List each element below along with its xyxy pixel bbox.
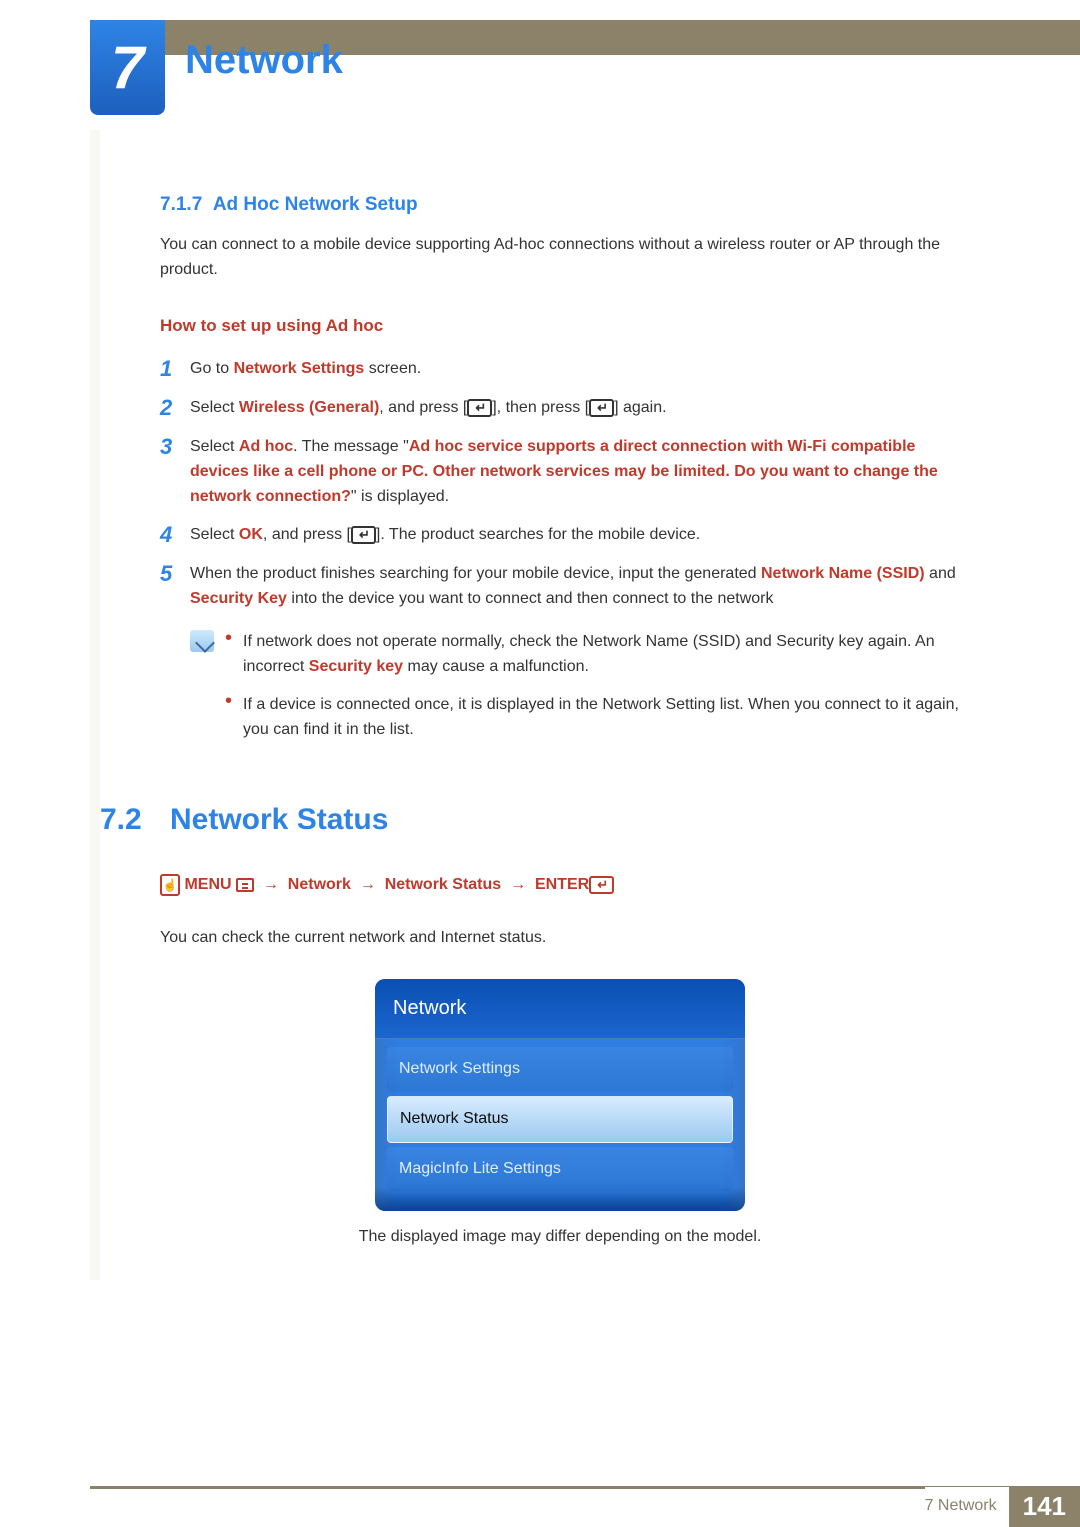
subsection-heading: 7.1.7 Ad Hoc Network Setup xyxy=(160,190,960,219)
arrow-icon: → xyxy=(263,876,279,893)
ok-label: OK xyxy=(239,526,263,543)
section-number: 7.2 xyxy=(100,797,170,844)
note-block: • If network does not operate normally, … xyxy=(190,630,960,757)
bullet-icon: • xyxy=(225,693,243,743)
footer-page-number: 141 xyxy=(1009,1487,1080,1527)
network-status-intro: You can check the current network and In… xyxy=(160,926,960,951)
hand-icon: ☝ xyxy=(160,874,180,896)
chapter-title: Network xyxy=(185,38,343,83)
note-item: • If network does not operate normally, … xyxy=(225,630,960,680)
step-number: 4 xyxy=(160,523,190,548)
footer: 7 Network 141 xyxy=(925,1487,1080,1527)
menu-path: ☝ MENU → Network → Network Status → ENTE… xyxy=(160,873,960,898)
step-2: 2 Select Wireless (General), and press [… xyxy=(160,396,960,421)
section-title: Network Status xyxy=(170,797,388,844)
subsection-intro: You can connect to a mobile device suppo… xyxy=(160,233,960,283)
step-body: Select OK, and press [↵]. The product se… xyxy=(190,523,960,548)
step-body: Select Ad hoc. The message "Ad hoc servi… xyxy=(190,435,960,509)
step-number: 3 xyxy=(160,435,190,509)
subsection-title: Ad Hoc Network Setup xyxy=(213,194,418,215)
enter-icon: ↵ xyxy=(351,526,376,544)
step-body: When the product finishes searching for … xyxy=(190,562,960,612)
menu-label: MENU xyxy=(184,876,231,893)
osd-item-network-settings[interactable]: Network Settings xyxy=(387,1047,733,1092)
howto-heading: How to set up using Ad hoc xyxy=(160,313,960,339)
osd-item-magicinfo-lite-settings[interactable]: MagicInfo Lite Settings xyxy=(387,1147,733,1192)
step-body: Go to Network Settings screen. xyxy=(190,357,960,382)
step-1: 1 Go to Network Settings screen. xyxy=(160,357,960,382)
step-5: 5 When the product finishes searching fo… xyxy=(160,562,960,612)
path-network-status: Network Status xyxy=(385,876,501,893)
note-list: • If network does not operate normally, … xyxy=(225,630,960,757)
step-3: 3 Select Ad hoc. The message "Ad hoc ser… xyxy=(160,435,960,509)
arrow-icon: → xyxy=(510,876,526,893)
step-4: 4 Select OK, and press [↵]. The product … xyxy=(160,523,960,548)
path-network: Network xyxy=(288,876,351,893)
osd-menu: Network Network Settings Network Status … xyxy=(375,979,745,1211)
enter-label: ENTER xyxy=(535,876,589,893)
step-number: 2 xyxy=(160,396,190,421)
adhoc-label: Ad hoc xyxy=(239,438,293,455)
osd-body: Network Settings Network Status MagicInf… xyxy=(375,1039,745,1211)
step-body: Select Wireless (General), and press [↵]… xyxy=(190,396,960,421)
osd-caption: The displayed image may differ depending… xyxy=(160,1225,960,1250)
left-gutter-stripe xyxy=(90,130,100,1280)
note-icon xyxy=(190,630,225,757)
bullet-icon: • xyxy=(225,630,243,680)
note-item: • If a device is connected once, it is d… xyxy=(225,693,960,743)
osd-header: Network xyxy=(375,979,745,1039)
security-key-label: Security Key xyxy=(190,590,287,607)
subsection-number: 7.1.7 xyxy=(160,194,202,215)
step-number: 1 xyxy=(160,357,190,382)
enter-icon: ↵ xyxy=(589,876,614,894)
chapter-badge: 7 xyxy=(90,20,165,115)
enter-icon: ↵ xyxy=(589,399,614,417)
ssid-label: Network Name (SSID) xyxy=(761,565,925,582)
content: 7.1.7 Ad Hoc Network Setup You can conne… xyxy=(160,190,960,1290)
security-key-label: Security key xyxy=(309,658,403,675)
wireless-general-label: Wireless (General) xyxy=(239,399,379,416)
footer-chapter-label: 7 Network xyxy=(925,1487,1009,1527)
enter-icon: ↵ xyxy=(467,399,492,417)
menu-icon xyxy=(236,878,254,892)
step-number: 5 xyxy=(160,562,190,612)
section-heading: 7.2 Network Status xyxy=(100,797,960,844)
osd-item-network-status[interactable]: Network Status xyxy=(387,1096,733,1143)
network-settings-label: Network Settings xyxy=(234,360,365,377)
arrow-icon: → xyxy=(360,876,376,893)
